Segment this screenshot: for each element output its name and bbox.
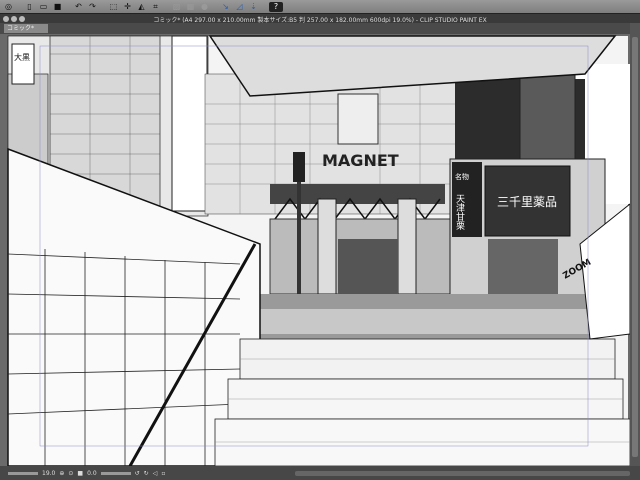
window-titlebar: コミック* (A4 297.00 x 210.00mm 製本サイズ:B5 判 2… (0, 13, 640, 24)
stairs (214, 338, 630, 466)
zoom-slider[interactable] (8, 471, 38, 475)
snap-ruler-icon[interactable]: ↘ (220, 2, 231, 12)
reset-rotation-icon[interactable]: ▫ (161, 470, 165, 477)
disabled-tool-icon: ▦ (186, 1, 195, 11)
fill-screen-icon[interactable]: ■ (77, 470, 83, 477)
snap-point-icon[interactable]: ⇣ (248, 2, 259, 12)
fill-icon[interactable]: ◭ (136, 2, 147, 12)
flip-icon[interactable]: ◁ (153, 470, 158, 477)
vertical-scrollbar[interactable] (630, 23, 640, 466)
rotation-slider[interactable] (100, 471, 131, 475)
horizontal-scrollbar[interactable] (295, 471, 630, 476)
manga-illustration: 大黒 MAGNET 名物 天津甘栗 三千里薬品 ZOOM (7, 35, 630, 466)
help-icon[interactable]: ? (269, 1, 283, 12)
new-icon[interactable]: ▯ (24, 2, 35, 12)
main-toolbar: ◎ ▯ ▭ ■ ↶ ↷ ⬚ ✛ ◭ ⌗ ▨ ▦ ● ↘ ◿ ⇣ ? (0, 0, 640, 13)
tab-comic[interactable]: コミック* (4, 24, 48, 33)
rotate-right-icon[interactable]: ↻ (144, 470, 149, 477)
redo-icon[interactable]: ↷ (87, 2, 98, 12)
angle-value[interactable]: 0.0 (87, 470, 97, 477)
canvas-tab-bar: コミック* (0, 23, 640, 34)
undo-icon[interactable]: ↶ (73, 2, 84, 12)
save-icon[interactable]: ■ (52, 2, 63, 12)
snap-grid-icon[interactable]: ◿ (234, 2, 245, 12)
sign-tenshin: 天津甘栗 (454, 194, 465, 231)
sign-left: 大黒 (14, 52, 30, 62)
vertical-scroll-thumb[interactable] (632, 37, 638, 457)
selection-icon[interactable]: ⬚ (108, 2, 119, 12)
fit-icon[interactable]: ⊙ (68, 470, 73, 477)
clip-studio-menu-icon[interactable]: ◎ (3, 2, 14, 12)
rotate-left-icon[interactable]: ↺ (135, 470, 140, 477)
zoom-in-icon[interactable]: ⊕ (59, 470, 64, 477)
crop-icon[interactable]: ⌗ (150, 2, 161, 12)
sign-shop: 三千里薬品 (497, 195, 557, 209)
sign-meibutsu: 名物 (455, 172, 469, 181)
open-icon[interactable]: ▭ (38, 2, 49, 12)
sign-magnet: MAGNET (322, 151, 399, 170)
disabled-tool-icon: ● (201, 1, 208, 11)
disabled-tool-icon: ▨ (172, 1, 181, 11)
zoom-value[interactable]: 19.0 (42, 470, 55, 477)
transform-icon[interactable]: ✛ (122, 2, 133, 12)
canvas-area[interactable]: 大黒 MAGNET 名物 天津甘栗 三千里薬品 ZOOM (0, 34, 630, 466)
